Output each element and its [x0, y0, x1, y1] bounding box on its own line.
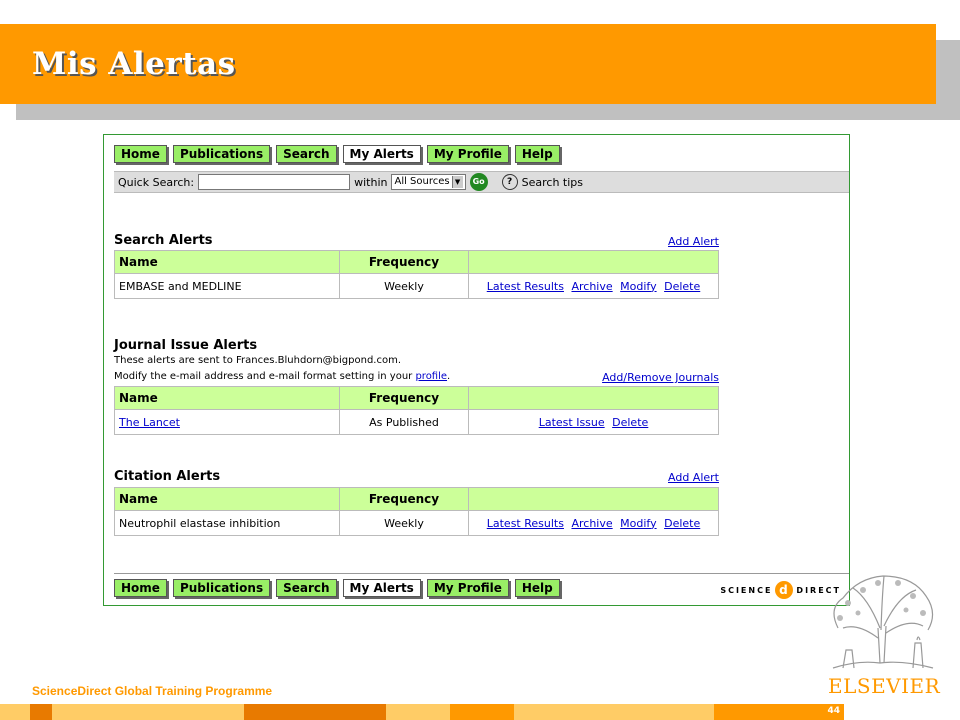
nav-my-alerts-button[interactable]: My Alerts — [342, 579, 421, 597]
help-icon[interactable]: ? — [501, 174, 518, 190]
modify-link[interactable]: Modify — [620, 280, 656, 293]
logo-mark: d — [775, 581, 794, 599]
alert-name: Neutrophil elastase inhibition — [114, 510, 340, 536]
nav-my-profile-button[interactable]: My Profile — [426, 145, 509, 163]
archive-link[interactable]: Archive — [571, 517, 612, 530]
quick-search-input[interactable] — [198, 174, 351, 190]
latest-results-link[interactable]: Latest Results — [487, 517, 564, 530]
nav-publications-button[interactable]: Publications — [172, 145, 271, 163]
footer-color-bar — [0, 704, 960, 720]
profile-link[interactable]: profile — [415, 371, 447, 382]
go-button[interactable]: Go — [469, 173, 488, 191]
journal-alerts-note-2: Modify the e-mail address and e-mail for… — [114, 371, 450, 382]
add-remove-journals-link[interactable]: Add/Remove Journals — [602, 371, 719, 384]
alert-name: The Lancet — [114, 409, 340, 435]
footer-segment — [244, 704, 386, 720]
citation-alerts-add-link[interactable]: Add Alert — [668, 471, 719, 484]
col-actions — [468, 386, 719, 410]
nav-my-profile-button[interactable]: My Profile — [426, 579, 509, 597]
nav-my-alerts-button[interactable]: My Alerts — [342, 145, 421, 163]
elsevier-wordmark: ELSEVIER — [828, 674, 941, 698]
citation-alerts-table: Name Frequency Neutrophil elastase inhib… — [114, 487, 719, 536]
nav-help-button[interactable]: Help — [514, 145, 560, 163]
footer-segment — [450, 704, 514, 720]
nav-home-button[interactable]: Home — [114, 145, 167, 163]
nav-search-button[interactable]: Search — [276, 579, 337, 597]
search-alerts-table: Name Frequency EMBASE and MEDLINE Weekly… — [114, 250, 719, 299]
journal-alerts-table: Name Frequency The Lancet As Published L… — [114, 386, 719, 435]
modify-link[interactable]: Modify — [620, 517, 656, 530]
latest-results-link[interactable]: Latest Results — [487, 280, 564, 293]
footer-segment — [52, 704, 244, 720]
alert-actions: Latest Issue Delete — [468, 409, 719, 435]
alert-frequency: As Published — [339, 409, 469, 435]
quick-search-label: Quick Search: — [118, 175, 195, 189]
page-number: 44 — [827, 706, 840, 716]
footer-segment — [0, 704, 30, 720]
col-frequency: Frequency — [339, 250, 469, 274]
table-row: The Lancet As Published Latest Issue Del… — [114, 409, 719, 435]
nav-help-button[interactable]: Help — [514, 579, 560, 597]
col-frequency: Frequency — [339, 487, 469, 511]
footer-caption: ScienceDirect Global Training Programme — [32, 684, 273, 698]
col-frequency: Frequency — [339, 386, 469, 410]
alert-actions: Latest Results Archive Modify Delete — [468, 273, 719, 299]
nav-search-button[interactable]: Search — [276, 145, 337, 163]
table-row: EMBASE and MEDLINE Weekly Latest Results… — [114, 273, 719, 299]
col-actions — [468, 250, 719, 274]
bottom-nav: Home Publications Search My Alerts My Pr… — [114, 579, 560, 597]
journal-alerts-title: Journal Issue Alerts — [114, 338, 258, 353]
sciencedirect-screenshot: Home Publications Search My Alerts My Pr… — [103, 134, 850, 606]
divider — [114, 573, 849, 574]
citation-alerts-title: Citation Alerts — [114, 469, 221, 484]
alert-frequency: Weekly — [339, 273, 469, 299]
source-select[interactable]: All Sources ▼ — [391, 174, 466, 190]
table-row: Neutrophil elastase inhibition Weekly La… — [114, 510, 719, 536]
nav-home-button[interactable]: Home — [114, 579, 167, 597]
delete-link[interactable]: Delete — [612, 416, 648, 429]
source-select-value: All Sources — [394, 176, 450, 187]
archive-link[interactable]: Archive — [571, 280, 612, 293]
search-tips-link[interactable]: Search tips — [522, 176, 583, 189]
col-name: Name — [114, 386, 340, 410]
slide-title: Mis Alertas — [32, 46, 236, 82]
col-name: Name — [114, 250, 340, 274]
footer-segment — [844, 704, 960, 720]
delete-link[interactable]: Delete — [664, 280, 700, 293]
note-end: . — [447, 371, 451, 382]
footer-segment — [30, 704, 52, 720]
nav-publications-button[interactable]: Publications — [172, 579, 271, 597]
within-label: within — [354, 175, 388, 189]
col-name: Name — [114, 487, 340, 511]
search-alerts-title: Search Alerts — [114, 233, 213, 248]
top-nav: Home Publications Search My Alerts My Pr… — [114, 145, 560, 163]
footer-segment — [514, 704, 714, 720]
alert-actions: Latest Results Archive Modify Delete — [468, 510, 719, 536]
footer-segment — [386, 704, 450, 720]
journal-link[interactable]: The Lancet — [119, 416, 180, 429]
note-text: Modify the e-mail address and e-mail for… — [114, 371, 413, 382]
delete-link[interactable]: Delete — [664, 517, 700, 530]
col-actions — [468, 487, 719, 511]
latest-issue-link[interactable]: Latest Issue — [539, 416, 605, 429]
quick-search-bar: Quick Search: within All Sources ▼ Go ? … — [114, 171, 849, 193]
alert-frequency: Weekly — [339, 510, 469, 536]
footer-segment — [714, 704, 844, 720]
logo-left: SCIENCE — [720, 585, 773, 595]
journal-alerts-note: These alerts are sent to Frances.Bluhdor… — [114, 355, 402, 366]
dropdown-arrow-icon[interactable]: ▼ — [451, 176, 463, 188]
search-alerts-add-link[interactable]: Add Alert — [668, 235, 719, 248]
alert-name: EMBASE and MEDLINE — [114, 273, 340, 299]
